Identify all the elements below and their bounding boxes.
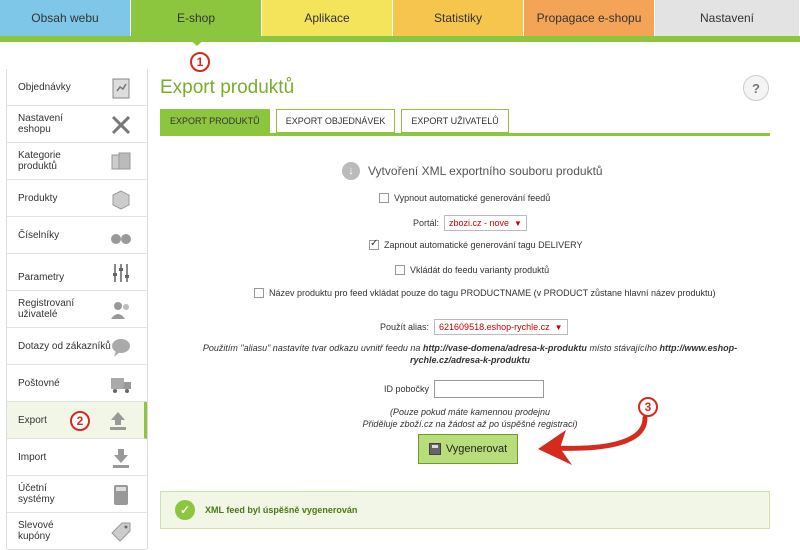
calculator-icon xyxy=(114,485,128,505)
delivery-label: Zapnout automatické generování tagu DELI… xyxy=(384,240,583,250)
success-message: XML feed byl úspěšně vygenerován xyxy=(205,505,358,515)
section-header: ↓ Vytvoření XML exportního souboru produ… xyxy=(342,162,603,180)
arrow-down-circle-icon: ↓ xyxy=(342,162,360,180)
main-content: Export produktů ? EXPORT PRODUKTŮ EXPORT… xyxy=(160,69,770,549)
help-button[interactable]: ? xyxy=(743,75,769,101)
alias-note: Použitím "aliasu" nastavíte tvar odkazu … xyxy=(190,342,750,366)
alias-note-text-2: místo stávajícího xyxy=(589,343,657,353)
chat-icon xyxy=(112,339,130,357)
variants-checkbox[interactable] xyxy=(395,265,405,275)
tab-propagace[interactable]: Propagace e-shopu xyxy=(524,0,655,36)
tab-statistiky[interactable]: Statistiky xyxy=(393,0,524,36)
disable-auto-label: Vypnout automatické generování feedů xyxy=(394,193,551,203)
upload-icon xyxy=(110,412,126,430)
top-navigation: Obsah webu E-shop Aplikace Statistiky Pr… xyxy=(0,0,800,36)
binoculars-icon xyxy=(111,234,131,244)
sidebar-item-label: Import xyxy=(18,451,47,463)
sidebar-item-ciselniky[interactable]: Číselníky xyxy=(7,217,147,254)
sidebar-item-registrovani[interactable]: Registrovaní uživatelé xyxy=(7,291,147,328)
sidebar-item-dotazy[interactable]: Dotazy od zákazníků xyxy=(7,328,147,365)
variants-label: Vkládát do feedu varianty produktů xyxy=(410,265,550,275)
tab-e-shop[interactable]: E-shop xyxy=(131,0,262,36)
tab-aplikace[interactable]: Aplikace xyxy=(262,0,393,36)
option-productname-row: Název produktu pro feed vkládat pouze do… xyxy=(254,288,716,298)
sidebar-item-kategorie[interactable]: Kategorie produktů xyxy=(7,143,147,180)
topnav-underline xyxy=(0,36,800,42)
sidebar-item-label: Slevové kupóny xyxy=(18,520,54,542)
sidebar-item-label: Registrovaní uživatelé xyxy=(18,298,75,320)
annotation-callout-3: 3 xyxy=(638,397,658,417)
truck-icon xyxy=(111,378,131,393)
option-disable-auto-row: Vypnout automatické generování feedů xyxy=(379,193,550,203)
sidebar-item-slevove[interactable]: Slevové kupóny xyxy=(7,513,147,550)
alias-label: Použít alias: xyxy=(380,322,430,332)
branch-label: ID pobočky xyxy=(384,384,430,394)
sidebar: Objednávky Nastavení eshopu Kategorie pr… xyxy=(6,69,148,550)
disable-auto-checkbox[interactable] xyxy=(379,193,389,203)
sidebar-item-label: Objednávky xyxy=(18,81,71,93)
tab-obsah-webu[interactable]: Obsah webu xyxy=(0,0,131,36)
sidebar-item-produkty[interactable]: Produkty xyxy=(7,180,147,217)
boxes-icon xyxy=(111,152,131,170)
box-icon xyxy=(112,190,130,210)
sidebar-item-ucetni[interactable]: Účetní systémy xyxy=(7,476,147,513)
sidebar-item-label: Číselníky xyxy=(18,229,60,241)
sidebar-item-nastaveni-eshopu[interactable]: Nastavení eshopu xyxy=(7,106,147,143)
tabs-underline xyxy=(160,133,770,136)
sidebar-item-import[interactable]: Import xyxy=(7,439,147,476)
page-title: Export produktů xyxy=(160,77,295,98)
sidebar-item-label: Kategorie produktů xyxy=(18,150,61,172)
sidebar-item-label: Parametry xyxy=(18,271,65,283)
alias-note-text-1: Použitím "aliasu" nastavíte tvar odkazu … xyxy=(202,343,421,353)
alias-row: Použít alias: 621609518.eshop-rychle.cz … xyxy=(380,319,568,335)
sidebar-item-label: Produkty xyxy=(18,192,58,204)
alias-select-value: 621609518.eshop-rychle.cz xyxy=(439,322,550,332)
portal-select[interactable]: zbozi.cz - nove ▼ xyxy=(444,215,527,231)
productname-checkbox[interactable] xyxy=(254,288,264,298)
alias-note-url-1: http://vase-domena/adresa-k-produktu xyxy=(422,343,587,353)
portal-select-value: zbozi.cz - nove xyxy=(449,218,510,228)
save-disk-icon xyxy=(428,443,441,455)
sidebar-item-label: Nastavení eshopu xyxy=(18,113,64,135)
dropdown-arrow-icon: ▼ xyxy=(554,322,563,332)
delivery-checkbox[interactable] xyxy=(369,238,379,250)
tab-export-produktu[interactable]: EXPORT PRODUKTŮ xyxy=(160,109,270,133)
productname-label: Název produktu pro feed vkládat pouze do… xyxy=(269,288,716,298)
tab-export-objednavek[interactable]: EXPORT OBJEDNÁVEK xyxy=(275,109,396,133)
portal-row: Portál: zbozi.cz - nove ▼ xyxy=(413,215,527,231)
alias-select[interactable]: 621609518.eshop-rychle.cz ▼ xyxy=(434,319,568,335)
generate-button[interactable]: Vygenerovat xyxy=(418,434,518,464)
option-variants-row: Vkládát do feedu varianty produktů xyxy=(395,265,549,275)
section-title: Vytvoření XML exportního souboru produkt… xyxy=(368,164,603,178)
branch-row: ID pobočky xyxy=(384,380,545,398)
branch-id-input[interactable] xyxy=(434,380,545,398)
sidebar-item-label: Export xyxy=(18,414,47,426)
sidebar-item-label: Účetní systémy xyxy=(18,483,55,505)
dropdown-arrow-icon: ▼ xyxy=(514,218,522,228)
success-message-box: ✓ XML feed byl úspěšně vygenerován xyxy=(160,491,770,529)
tag-icon xyxy=(111,522,131,542)
download-icon xyxy=(113,449,129,468)
clipboard-icon xyxy=(112,78,130,99)
sidebar-item-label: Poštovné xyxy=(18,377,60,389)
sidebar-item-parametry[interactable]: Parametry xyxy=(7,254,147,291)
tab-nastaveni[interactable]: Nastavení xyxy=(655,0,800,36)
active-tab-pointer xyxy=(186,36,208,46)
export-tabs: EXPORT PRODUKTŮ EXPORT OBJEDNÁVEK EXPORT… xyxy=(160,109,509,133)
checkmark-circle-icon: ✓ xyxy=(175,500,195,520)
portal-label: Portál: xyxy=(413,218,440,228)
tools-icon xyxy=(111,115,131,135)
users-icon xyxy=(111,302,129,319)
tab-export-uzivatelu[interactable]: EXPORT UŽIVATELŮ xyxy=(401,109,509,133)
sidebar-item-objednavky[interactable]: Objednávky xyxy=(7,69,147,106)
sidebar-item-label: Dotazy od zákazníků xyxy=(18,340,111,352)
generate-button-label: Vygenerovat xyxy=(445,443,508,455)
option-delivery-row: Zapnout automatické generování tagu DELI… xyxy=(369,238,583,250)
sidebar-item-postovne[interactable]: Poštovné xyxy=(7,365,147,402)
annotation-callout-2: 2 xyxy=(70,411,90,431)
sliders-icon xyxy=(113,264,129,282)
